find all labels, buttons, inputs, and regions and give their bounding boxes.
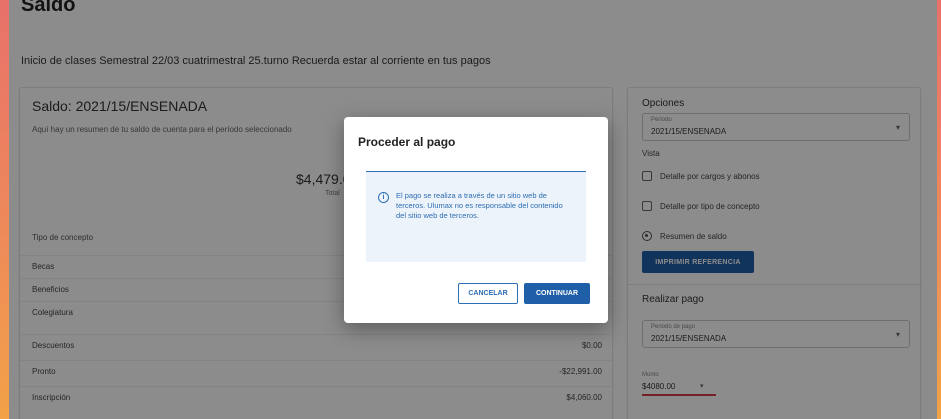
info-message: El pago se realiza a través de un sitio … <box>396 191 563 220</box>
info-box-top-border <box>366 171 586 172</box>
cancel-button[interactable]: CANCELAR <box>458 283 518 304</box>
payment-dialog: Proceder al pago i El pago se realiza a … <box>344 117 608 323</box>
dialog-title: Proceder al pago <box>358 135 456 149</box>
info-box: i El pago se realiza a través de un siti… <box>366 172 586 262</box>
info-icon: i <box>378 192 389 203</box>
continue-button[interactable]: CONTINUAR <box>524 283 590 304</box>
